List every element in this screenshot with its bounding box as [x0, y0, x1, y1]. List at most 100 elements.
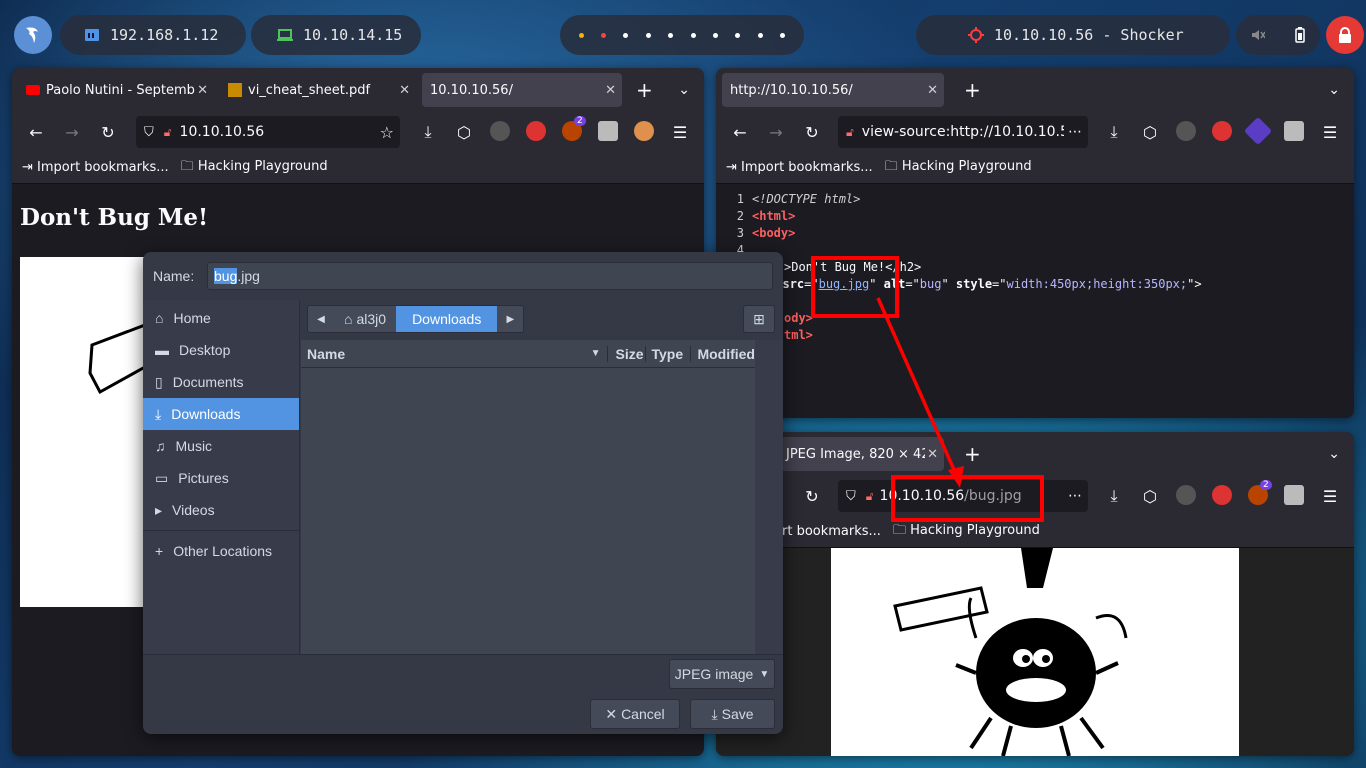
- workspace-dot-4[interactable]: [645, 32, 651, 38]
- close-tab-icon[interactable]: ✕: [605, 83, 616, 98]
- extension-cookie-icon[interactable]: [1284, 121, 1304, 141]
- scrollbar-track[interactable]: [755, 340, 783, 654]
- extension-glasses-icon[interactable]: [1176, 485, 1196, 505]
- path-back-arrow-icon[interactable]: ◀: [308, 306, 334, 332]
- tab-current[interactable]: 10.10.10.56/ ✕: [422, 73, 622, 107]
- workspace-dot-3[interactable]: [623, 32, 629, 38]
- workspace-dot-2[interactable]: [601, 32, 607, 38]
- extension-santa-icon[interactable]: [1212, 121, 1232, 141]
- column-name[interactable]: Name: [301, 346, 591, 362]
- new-tab-icon[interactable]: +: [636, 78, 653, 102]
- workspace-dot-8[interactable]: [735, 32, 741, 38]
- extension-glasses-icon[interactable]: [490, 121, 510, 141]
- volume-muted-icon[interactable]: [1251, 28, 1265, 42]
- bookmark-folder-hacking[interactable]: 🗀︎ Hacking Playground: [181, 157, 328, 179]
- extension-purple-icon[interactable]: [1243, 116, 1273, 146]
- place-documents[interactable]: ▯ Documents: [143, 366, 299, 398]
- save-button[interactable]: ⤓ Save: [690, 699, 775, 729]
- source-line-6: g src="bug.jpg" alt="bug" style="width:4…: [768, 277, 1202, 291]
- target-widget[interactable]: 10.10.10.56 - Shocker: [916, 15, 1230, 55]
- place-home[interactable]: ⌂ Home: [143, 302, 299, 334]
- forward-arrow-icon[interactable]: →: [54, 123, 90, 142]
- close-tab-icon[interactable]: ✕: [399, 83, 410, 98]
- column-type[interactable]: Type: [644, 345, 691, 362]
- workspace-dot-9[interactable]: [757, 32, 763, 38]
- battery-icon[interactable]: [1295, 27, 1305, 43]
- reload-icon[interactable]: ↻: [794, 123, 830, 142]
- path-downloads-segment[interactable]: Downloads: [396, 306, 498, 332]
- extension-cookie-icon[interactable]: [598, 121, 618, 141]
- tab-youtube[interactable]: Paolo Nutini - Septemb ✕: [18, 73, 214, 107]
- close-tab-icon[interactable]: ✕: [927, 83, 938, 98]
- extensions-icon[interactable]: ⬡: [1132, 487, 1168, 506]
- local-ip-widget[interactable]: 192.168.1.12: [60, 15, 246, 55]
- reload-icon[interactable]: ↻: [794, 487, 830, 506]
- extensions-icon[interactable]: ⬡: [1132, 123, 1168, 142]
- extension-santa-icon[interactable]: [1212, 485, 1232, 505]
- close-tab-icon[interactable]: ✕: [925, 446, 938, 462]
- place-pictures[interactable]: ▭ Pictures: [143, 462, 299, 494]
- extension-glasses-icon[interactable]: [1176, 121, 1196, 141]
- tab-pdf[interactable]: vi_cheat_sheet.pdf ✕: [220, 73, 416, 107]
- downloads-icon[interactable]: ⤓: [1096, 486, 1132, 506]
- new-tab-icon[interactable]: +: [964, 442, 981, 466]
- column-size[interactable]: Size: [606, 345, 645, 362]
- place-downloads[interactable]: ⤓ Downloads: [143, 398, 299, 430]
- tab-list-chevron-icon[interactable]: ⌄: [1328, 82, 1340, 98]
- bookmark-star-icon[interactable]: ☆: [380, 123, 394, 142]
- workspace-dot-7[interactable]: [713, 32, 719, 38]
- extensions-icon[interactable]: ⬡: [446, 123, 482, 142]
- hamburger-menu-icon[interactable]: ☰: [1312, 487, 1348, 506]
- bookmark-import[interactable]: ⇥ Import bookmarks...: [726, 160, 873, 175]
- path-forward-arrow-icon[interactable]: ▶: [497, 306, 524, 332]
- path-home-segment[interactable]: ⌂ al3j0: [334, 306, 397, 332]
- bookmark-import[interactable]: rt bookmarks...: [782, 524, 881, 539]
- bookmark-folder-hacking[interactable]: 🗀︎ Hacking Playground: [893, 521, 1040, 543]
- source-link-bug-jpg[interactable]: bug.jpg: [819, 277, 870, 291]
- lock-icon: [1339, 27, 1351, 43]
- extension-santa-icon[interactable]: [526, 121, 546, 141]
- system-tray[interactable]: [1236, 15, 1320, 55]
- cancel-button[interactable]: ✕ Cancel: [590, 699, 680, 729]
- bookmark-import[interactable]: ⇥ Import bookmarks...: [22, 160, 169, 175]
- tab-list-chevron-icon[interactable]: ⌄: [678, 82, 690, 98]
- place-other-locations[interactable]: + Other Locations: [143, 535, 299, 567]
- extension-noscript-icon[interactable]: [634, 121, 654, 141]
- workspace-dot-6[interactable]: [690, 32, 696, 38]
- place-desktop[interactable]: ▬ Desktop: [143, 334, 299, 366]
- hamburger-menu-icon[interactable]: ☰: [662, 123, 698, 142]
- close-tab-icon[interactable]: ✕: [197, 83, 208, 98]
- back-arrow-icon[interactable]: ←: [18, 123, 54, 142]
- more-actions-icon[interactable]: ⋯: [1068, 488, 1082, 504]
- more-actions-icon[interactable]: ⋯: [1064, 124, 1082, 140]
- workspace-dot-10[interactable]: [780, 32, 786, 38]
- launcher-button[interactable]: [14, 16, 52, 54]
- downloads-icon[interactable]: ⤓: [1096, 122, 1132, 142]
- column-modified[interactable]: Modified: [690, 345, 755, 362]
- vpn-ip-widget[interactable]: 10.10.14.15: [251, 15, 421, 55]
- tab-list-chevron-icon[interactable]: ⌄: [1328, 446, 1340, 462]
- url-bar[interactable]: 🔓︎ view-source:http://10.10.10.5 ⋯: [838, 116, 1088, 148]
- create-folder-button[interactable]: ⊞: [743, 305, 775, 333]
- chevron-down-icon: ▼: [759, 668, 770, 680]
- place-music[interactable]: ♫ Music: [143, 430, 299, 462]
- bookmark-folder-hacking[interactable]: 🗀︎ Hacking Playground: [885, 157, 1032, 179]
- file-type-filter[interactable]: JPEG image ▼: [669, 659, 775, 689]
- extension-cookie-icon[interactable]: [1284, 485, 1304, 505]
- url-bar[interactable]: ⛉ 🔓︎ 10.10.10.56 ☆: [136, 116, 400, 148]
- tab-view-source[interactable]: http://10.10.10.56/ ✕: [722, 73, 944, 107]
- place-videos[interactable]: ▸ Videos: [143, 494, 299, 526]
- url-bar[interactable]: ⛉ 🔓︎ 10.10.10.56/bug.jpg ⋯: [838, 480, 1088, 512]
- workspace-dot-5[interactable]: [668, 32, 674, 38]
- file-list[interactable]: Name ▼ Size Type Modified: [301, 340, 755, 654]
- downloads-icon[interactable]: ⤓: [410, 122, 446, 142]
- back-arrow-icon[interactable]: ←: [722, 123, 758, 142]
- forward-arrow-icon[interactable]: →: [758, 123, 794, 142]
- new-tab-icon[interactable]: +: [964, 78, 981, 102]
- filename-input[interactable]: bug .jpg: [207, 262, 773, 290]
- lock-button[interactable]: [1326, 16, 1364, 54]
- reload-icon[interactable]: ↻: [90, 123, 126, 142]
- workspace-dot-1[interactable]: [578, 32, 584, 38]
- workspace-switcher[interactable]: [560, 15, 804, 55]
- hamburger-menu-icon[interactable]: ☰: [1312, 123, 1348, 142]
